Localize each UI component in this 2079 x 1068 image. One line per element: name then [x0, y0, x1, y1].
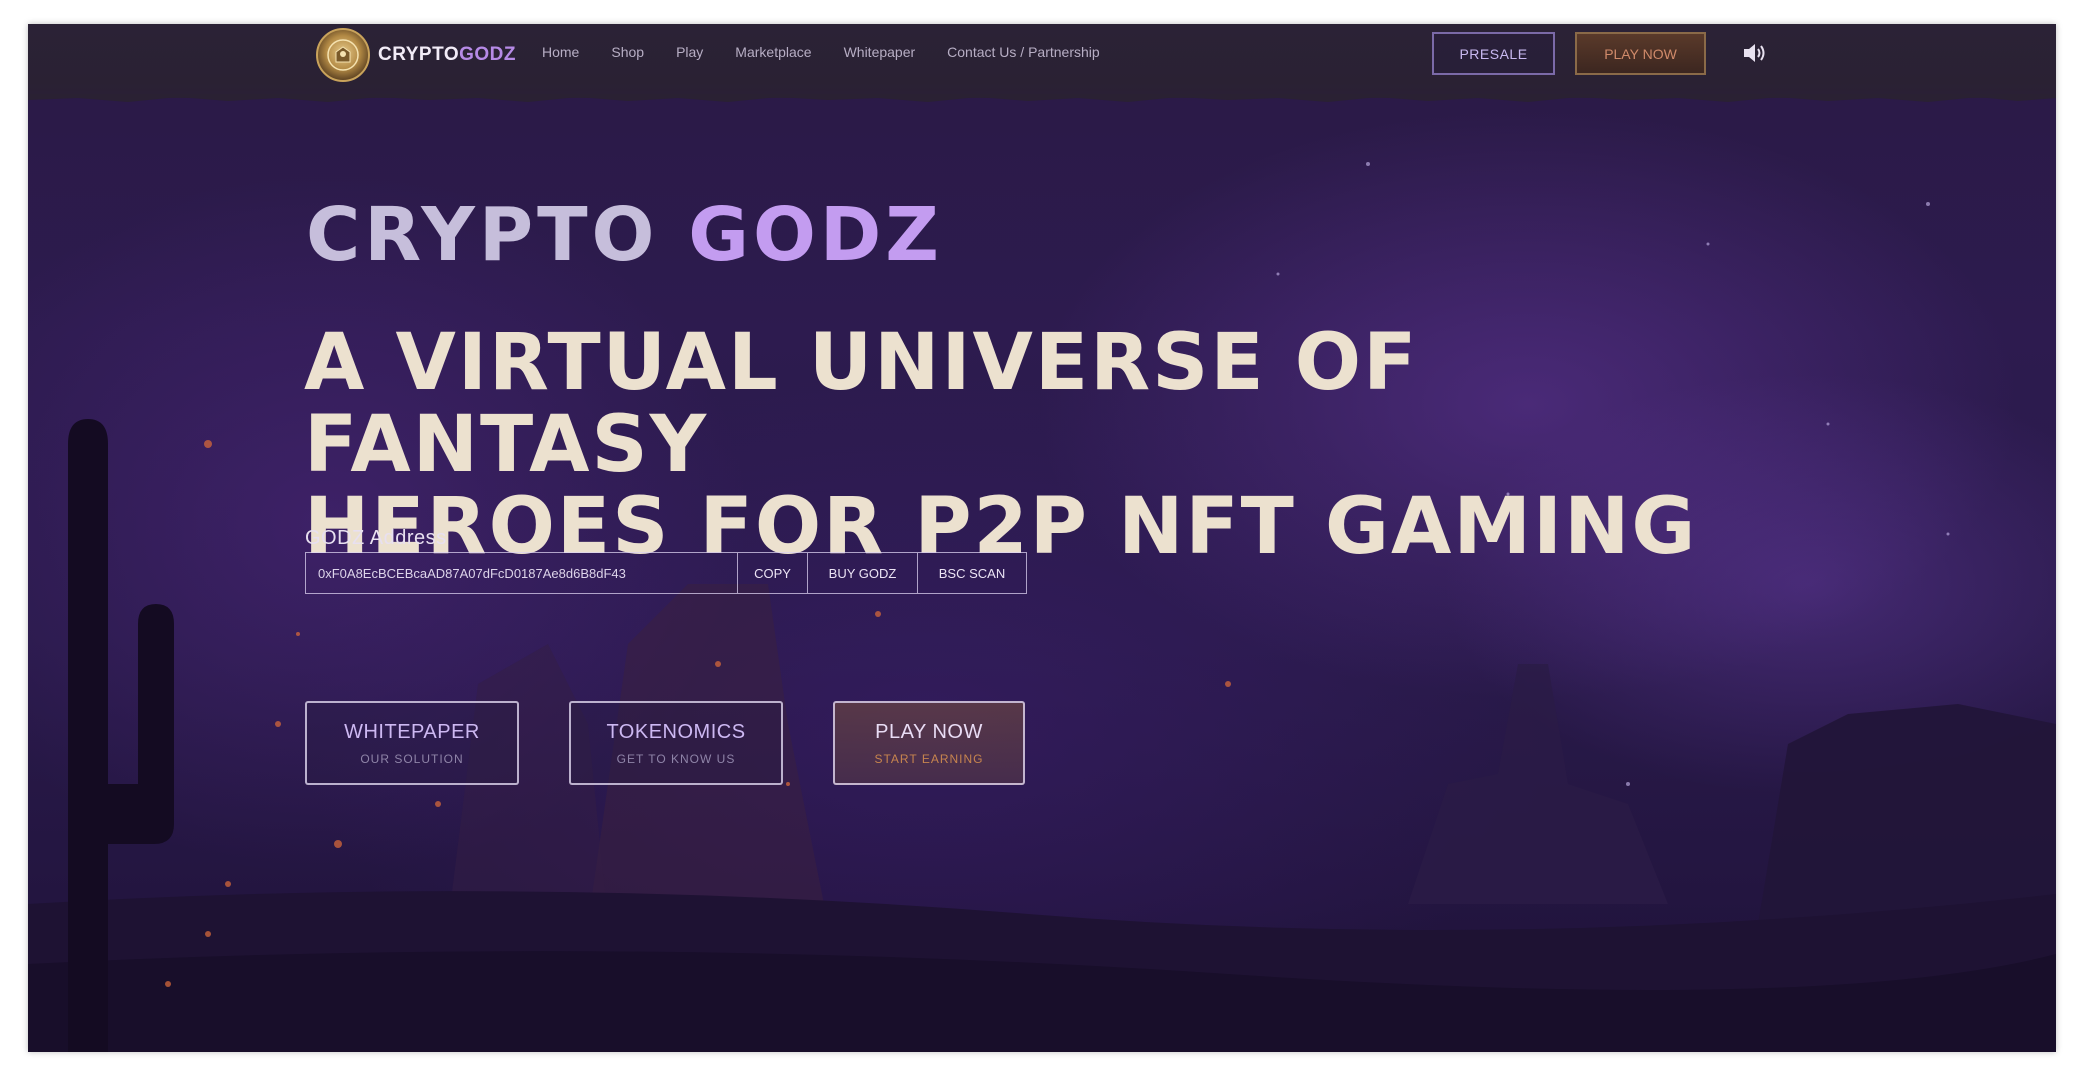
nav-link-shop[interactable]: Shop	[611, 44, 644, 60]
nav-link-whitepaper[interactable]: Whitepaper	[844, 44, 916, 60]
tokenomics-button[interactable]: TOKENOMICS GET TO KNOW US	[569, 701, 783, 785]
headline-line-1: A VIRTUAL UNIVERSE OF FANTASY	[304, 318, 1419, 490]
logo-badge-icon	[316, 28, 370, 82]
presale-button[interactable]: PRESALE	[1432, 32, 1555, 75]
nav-torn-edge	[28, 94, 2056, 102]
nav-link-play[interactable]: Play	[676, 44, 703, 60]
site-logo[interactable]: CRYPTOGODZ	[316, 28, 516, 82]
nav-links: Home Shop Play Marketplace Whitepaper Co…	[542, 44, 1100, 60]
whitepaper-subtitle: OUR SOLUTION	[360, 751, 464, 766]
sound-icon[interactable]	[1742, 41, 1768, 65]
nav-link-contact[interactable]: Contact Us / Partnership	[947, 44, 1100, 60]
tokenomics-title: TOKENOMICS	[606, 720, 746, 743]
nav-link-home[interactable]: Home	[542, 44, 579, 60]
whitepaper-button[interactable]: WHITEPAPER OUR SOLUTION	[305, 701, 519, 785]
contract-address-field[interactable]	[306, 553, 738, 593]
play-now-hero-button[interactable]: PLAY NOW START EARNING	[833, 701, 1025, 785]
page-frame: CRYPTOGODZ Home Shop Play Marketplace Wh…	[28, 24, 2056, 1052]
tokenomics-subtitle: GET TO KNOW US	[616, 751, 736, 766]
address-label: GODZ Address	[305, 527, 447, 549]
nav-link-marketplace[interactable]: Marketplace	[735, 44, 811, 60]
copy-button[interactable]: COPY	[738, 553, 808, 593]
logo-text: CRYPTOGODZ	[378, 44, 517, 65]
hero-headline: A VIRTUAL UNIVERSE OF FANTASY HEROES FOR…	[304, 322, 1704, 568]
top-navbar: CRYPTOGODZ Home Shop Play Marketplace Wh…	[28, 24, 2056, 98]
play-now-nav-button[interactable]: PLAY NOW	[1575, 32, 1706, 75]
brand-title: CRYPTO GODZ	[306, 192, 943, 278]
play-now-title: PLAY NOW	[875, 720, 983, 743]
bsc-scan-button[interactable]: BSC SCAN	[918, 553, 1026, 593]
buy-godz-button[interactable]: BUY GODZ	[808, 553, 918, 593]
play-now-subtitle: START EARNING	[874, 751, 984, 766]
whitepaper-title: WHITEPAPER	[344, 720, 480, 743]
address-row: COPY BUY GODZ BSC SCAN	[305, 552, 1027, 594]
